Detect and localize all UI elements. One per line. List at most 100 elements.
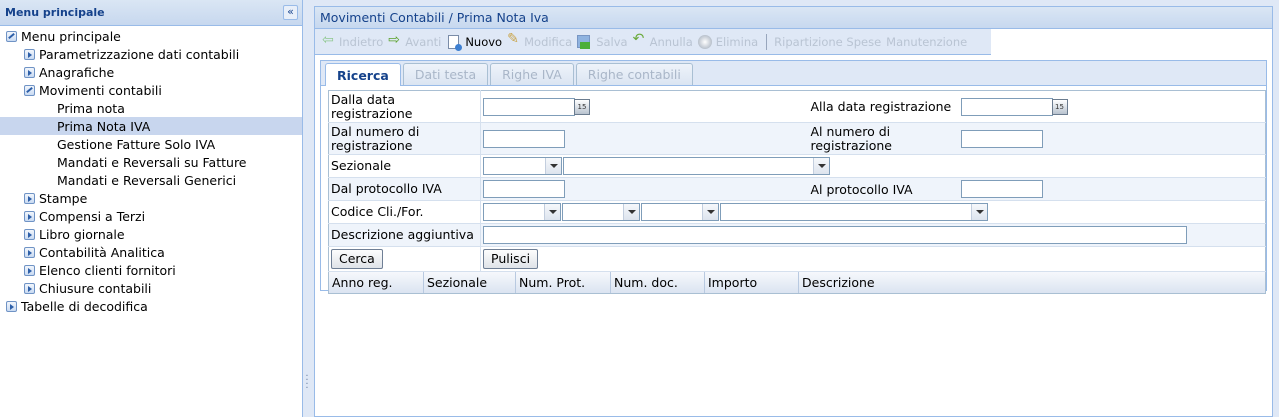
pencil-icon <box>507 31 522 49</box>
client-code-select-3[interactable] <box>641 203 719 221</box>
sidebar-item[interactable]: Movimenti contabili <box>0 81 302 99</box>
sidebar-item[interactable]: Parametrizzazione dati contabili <box>0 45 302 63</box>
sidebar-item-label: Contabilità Analitica <box>39 244 165 260</box>
search-tab-body: Dalla data registrazione 15 Alla data re… <box>320 86 1267 294</box>
from-protocol-input[interactable] <box>483 180 565 198</box>
from-date-cell: 15 <box>480 90 807 123</box>
column-header-importo[interactable]: Importo <box>705 272 799 293</box>
sidebar-item-label: Anagrafiche <box>39 64 115 80</box>
edit-label: Modifica <box>524 34 573 49</box>
column-header-sezionale[interactable]: Sezionale <box>424 272 516 293</box>
collapse-node-icon[interactable] <box>24 84 35 96</box>
column-header-descrizione[interactable]: Descrizione <box>799 272 1265 293</box>
sezionale-code-select[interactable] <box>483 157 562 175</box>
sidebar-item-label: Menu principale <box>21 28 121 44</box>
from-number-input[interactable] <box>483 129 565 148</box>
sidebar-item-label: Movimenti contabili <box>39 82 162 98</box>
sidebar-item[interactable]: Chiusure contabili <box>0 279 302 297</box>
sidebar-item-label: Prima Nota IVA <box>57 118 151 134</box>
sidebar-item[interactable]: Mandati e Reversali Generici <box>0 171 302 189</box>
client-code-select-1[interactable] <box>483 203 561 221</box>
sidebar-item[interactable]: Anagrafiche <box>0 63 302 81</box>
cancel-label: Annulla <box>649 34 693 49</box>
client-code-label: Codice Cli./For. <box>328 200 481 224</box>
clear-button[interactable]: Pulisci <box>483 249 539 269</box>
sidebar-item[interactable]: Menu principale <box>0 27 302 45</box>
collapse-icon[interactable]: « <box>283 5 298 20</box>
expand-node-icon[interactable] <box>24 264 35 276</box>
save-button[interactable]: Salva <box>575 32 630 52</box>
to-protocol-input[interactable] <box>960 180 1043 198</box>
new-button[interactable]: Nuovo <box>444 32 505 52</box>
expand-node-icon[interactable] <box>24 228 35 240</box>
main-panel: Movimenti Contabili / Prima Nota Iva Ind… <box>314 6 1273 417</box>
column-header-anno[interactable]: Anno reg. <box>329 272 424 293</box>
from-protocol-label: Dal protocollo IVA <box>328 177 481 201</box>
split-expenses-button[interactable]: Ripartizione Spese <box>772 32 884 52</box>
from-date-input[interactable] <box>483 97 575 116</box>
sidebar-title: Menu principale <box>5 6 105 19</box>
sidebar-item[interactable]: Contabilità Analitica <box>0 243 302 261</box>
sidebar-item[interactable]: Libro giornale <box>0 225 302 243</box>
calendar-icon[interactable]: 15 <box>1051 98 1068 115</box>
tab-ricerca[interactable]: Ricerca <box>325 63 401 86</box>
collapse-node-icon[interactable] <box>6 30 17 42</box>
arrow-left-icon <box>322 32 337 49</box>
sezionale-desc-select[interactable] <box>563 157 830 175</box>
delete-icon <box>697 34 712 49</box>
sidebar-item-label: Mandati e Reversali su Fatture <box>57 154 247 170</box>
sidebar-item-label: Chiusure contabili <box>39 280 152 296</box>
tab-righe-iva[interactable]: Righe IVA <box>490 63 574 85</box>
column-header-num-doc[interactable]: Num. doc. <box>611 272 705 293</box>
sidebar-item-label: Compensi a Terzi <box>39 208 146 224</box>
to-protocol-label: Al protocollo IVA <box>806 177 959 201</box>
arrow-right-icon <box>388 32 403 49</box>
expand-node-icon[interactable] <box>24 246 35 258</box>
to-date-input[interactable] <box>960 97 1053 116</box>
sezionale-label: Sezionale <box>328 154 481 178</box>
maintenance-button[interactable]: Manutenzione <box>884 32 970 52</box>
to-date-cell: 15 <box>958 90 1266 123</box>
sidebar-item[interactable]: Elenco clienti fornitori <box>0 261 302 279</box>
chevron-down-icon <box>813 158 829 174</box>
sidebar-item[interactable]: Prima Nota IVA <box>0 117 302 135</box>
column-header-num-prot[interactable]: Num. Prot. <box>516 272 611 293</box>
sidebar-item-label: Parametrizzazione dati contabili <box>39 46 240 62</box>
forward-button[interactable]: Avanti <box>386 32 444 52</box>
sidebar-header: Menu principale <box>0 0 302 26</box>
back-button[interactable]: Indietro <box>320 32 386 52</box>
edit-button[interactable]: Modifica <box>505 31 575 52</box>
search-button[interactable]: Cerca <box>331 249 383 269</box>
menu-tree: Menu principale Parametrizzazione dati co… <box>0 26 302 315</box>
expand-node-icon[interactable] <box>24 210 35 222</box>
sidebar-item[interactable]: Mandati e Reversali su Fatture <box>0 153 302 171</box>
chevron-down-icon <box>623 204 639 220</box>
splitter-handle[interactable]: · · · · <box>304 372 310 394</box>
client-name-select[interactable] <box>720 203 988 221</box>
sidebar-item[interactable]: Gestione Fatture Solo IVA <box>0 135 302 153</box>
sidebar-item-label: Prima nota <box>57 100 125 116</box>
from-date-label: Dalla data registrazione <box>328 90 481 123</box>
delete-label: Elimina <box>715 34 759 49</box>
expand-node-icon[interactable] <box>24 192 35 204</box>
delete-button[interactable]: Elimina <box>696 32 761 52</box>
forward-label: Avanti <box>405 34 442 49</box>
sidebar-item-label: Tabelle di decodifica <box>21 298 148 314</box>
toolbar-separator <box>766 33 768 50</box>
expand-node-icon[interactable] <box>24 48 35 60</box>
expand-node-icon[interactable] <box>24 66 35 78</box>
sidebar-item[interactable]: Compensi a Terzi <box>0 207 302 225</box>
client-code-select-2[interactable] <box>562 203 640 221</box>
expand-node-icon[interactable] <box>24 282 35 294</box>
sidebar-item[interactable]: Stampe <box>0 189 302 207</box>
to-number-input[interactable] <box>960 129 1043 148</box>
calendar-icon[interactable]: 15 <box>574 98 590 115</box>
tab-dati-testa[interactable]: Dati testa <box>402 63 489 85</box>
to-number-label: Al numero di registrazione <box>806 122 959 155</box>
sidebar-item[interactable]: Prima nota <box>0 99 302 117</box>
sidebar-item[interactable]: Tabelle di decodifica <box>0 297 302 315</box>
extra-desc-input[interactable] <box>483 226 1187 244</box>
cancel-button[interactable]: Annulla <box>631 31 696 52</box>
expand-node-icon[interactable] <box>6 300 17 312</box>
tab-righe-contabili[interactable]: Righe contabili <box>575 63 693 85</box>
